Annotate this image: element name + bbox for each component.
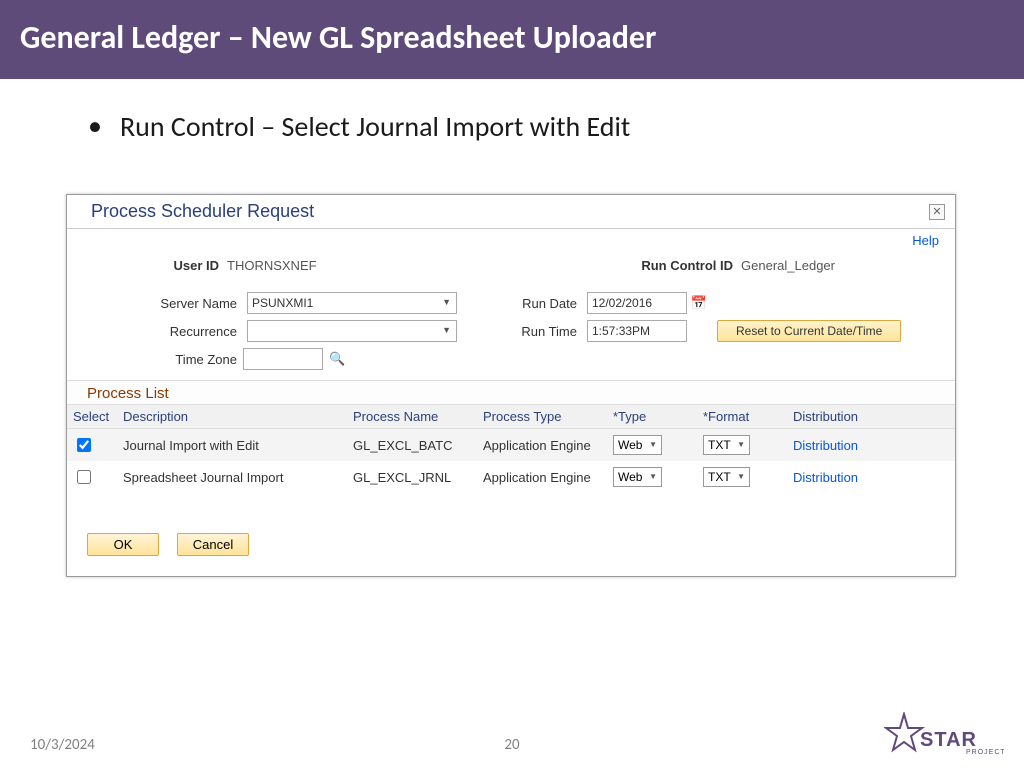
row-description: Spreadsheet Journal Import <box>117 461 347 493</box>
row-process-type: Application Engine <box>477 429 607 462</box>
table-row: Spreadsheet Journal Import GL_EXCL_JRNL … <box>67 461 955 493</box>
timezone-label: Time Zone <box>117 352 237 367</box>
reset-datetime-button[interactable]: Reset to Current Date/Time <box>717 320 901 342</box>
timezone-input[interactable] <box>243 348 323 370</box>
run-time-input[interactable] <box>587 320 687 342</box>
run-control-id-label: Run Control ID <box>623 258 733 273</box>
server-name-label: Server Name <box>117 296 237 311</box>
run-settings-grid: Server Name PSUNXMI1 Run Date 📅 Recurren… <box>67 282 955 348</box>
process-scheduler-dialog: Process Scheduler Request ✕ Help User ID… <box>66 194 956 577</box>
dialog-button-row: OK Cancel <box>67 493 955 576</box>
process-list-title: Process List <box>67 380 955 404</box>
bullet-item: • Run Control – Select Journal Import wi… <box>60 109 964 144</box>
slide-header: General Ledger – New GL Spreadsheet Uplo… <box>0 0 1024 79</box>
dialog-titlebar: Process Scheduler Request ✕ <box>67 195 955 229</box>
row-select-checkbox[interactable] <box>77 470 91 484</box>
run-date-label: Run Date <box>467 296 577 311</box>
user-id-value: THORNSXNEF <box>227 258 317 273</box>
svg-text:STAR: STAR <box>920 729 977 751</box>
slide-title: General Ledger – New GL Spreadsheet Uplo… <box>20 18 1004 57</box>
cancel-button[interactable]: Cancel <box>177 533 249 556</box>
col-select: Select <box>67 405 117 429</box>
lookup-icon[interactable]: 🔍 <box>329 351 345 367</box>
row-type-select[interactable]: Web <box>613 435 662 455</box>
ok-button[interactable]: OK <box>87 533 159 556</box>
row-process-type: Application Engine <box>477 461 607 493</box>
star-project-logo: STAR PROJECT <box>884 712 1004 762</box>
user-id-label: User ID <box>147 258 219 273</box>
run-control-id-value: General_Ledger <box>741 258 835 273</box>
table-row: Journal Import with Edit GL_EXCL_BATC Ap… <box>67 429 955 462</box>
slide-body: • Run Control – Select Journal Import wi… <box>0 79 1024 577</box>
col-type: *Type <box>607 405 697 429</box>
process-list-table: Select Description Process Name Process … <box>67 404 955 493</box>
row-format-select[interactable]: TXT <box>703 435 750 455</box>
bullet-text: Run Control – Select Journal Import with… <box>120 109 630 144</box>
run-date-input[interactable] <box>587 292 687 314</box>
server-name-select[interactable]: PSUNXMI1 <box>247 292 457 314</box>
close-icon[interactable]: ✕ <box>929 204 945 220</box>
footer-date: 10/3/2024 <box>30 736 95 754</box>
row-type-select[interactable]: Web <box>613 467 662 487</box>
recurrence-label: Recurrence <box>117 324 237 339</box>
col-format: *Format <box>697 405 787 429</box>
row-distribution-link[interactable]: Distribution <box>793 470 858 485</box>
row-format-select[interactable]: TXT <box>703 467 750 487</box>
col-description: Description <box>117 405 347 429</box>
row-process-name: GL_EXCL_JRNL <box>347 461 477 493</box>
svg-text:PROJECT: PROJECT <box>966 749 1004 756</box>
bullet-dot: • <box>88 109 102 143</box>
col-process-name: Process Name <box>347 405 477 429</box>
row-process-name: GL_EXCL_BATC <box>347 429 477 462</box>
slide-footer: 10/3/2024 20 <box>0 736 1024 754</box>
help-link[interactable]: Help <box>912 233 939 248</box>
id-fields-row: User ID THORNSXNEF Run Control ID Genera… <box>67 250 955 282</box>
col-process-type: Process Type <box>477 405 607 429</box>
recurrence-select[interactable] <box>247 320 457 342</box>
help-row: Help <box>67 229 955 250</box>
run-time-label: Run Time <box>467 324 577 339</box>
timezone-row: Time Zone 🔍 <box>67 348 955 380</box>
row-description: Journal Import with Edit <box>117 429 347 462</box>
calendar-icon[interactable]: 📅 <box>691 295 707 311</box>
footer-page-number: 20 <box>504 736 519 754</box>
row-select-checkbox[interactable] <box>77 438 91 452</box>
row-distribution-link[interactable]: Distribution <box>793 438 858 453</box>
col-distribution: Distribution <box>787 405 955 429</box>
dialog-title: Process Scheduler Request <box>91 201 314 222</box>
